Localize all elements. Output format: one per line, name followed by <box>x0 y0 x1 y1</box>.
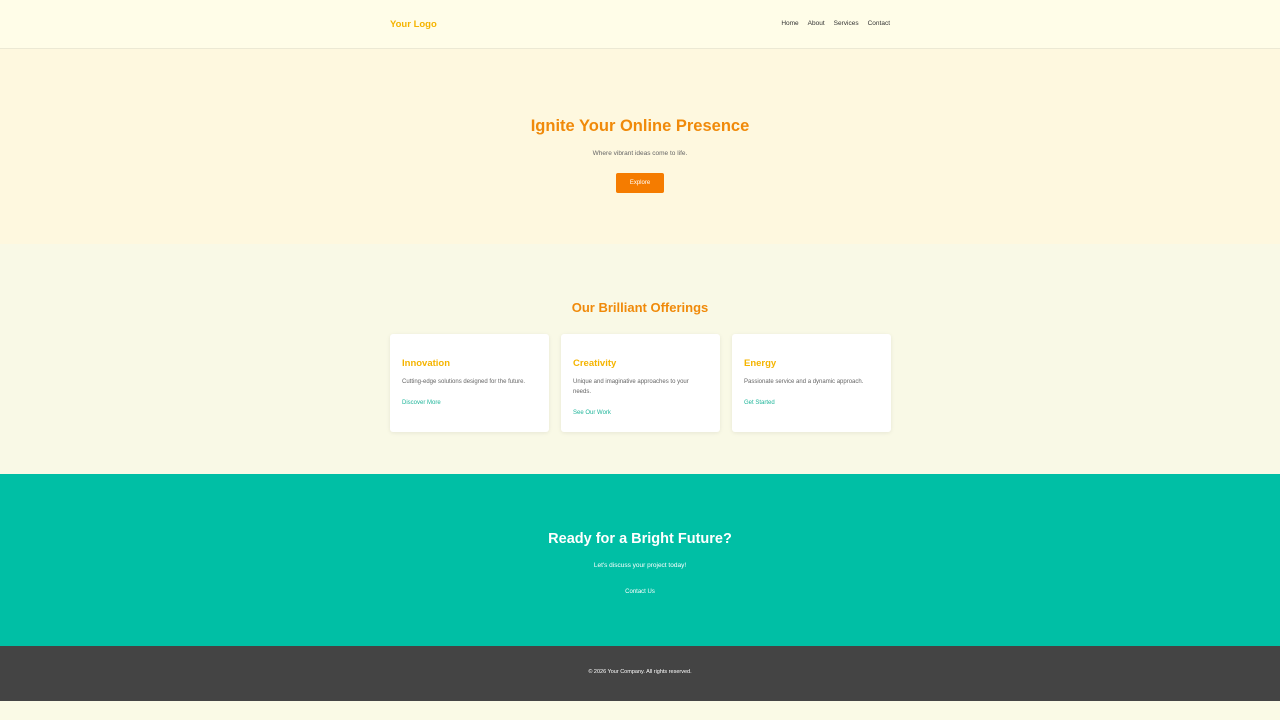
hero-title: Ignite Your Online Presence <box>530 117 750 135</box>
offering-card-energy: Energy Passionate service and a dynamic … <box>732 334 891 432</box>
cta-section: Ready for a Bright Future? Let's discuss… <box>0 474 1280 646</box>
cta-text: Let's discuss your project today! <box>593 562 687 569</box>
offerings-title: Our Brilliant Offerings <box>571 300 709 315</box>
site-header: Your Logo Home About Services Contact <box>0 0 1280 49</box>
discover-more-link[interactable]: Discover More <box>402 400 441 406</box>
nav-link-home[interactable]: Home <box>781 20 798 27</box>
card-text: Cutting-edge solutions designed for the … <box>402 379 526 385</box>
site-logo[interactable]: Your Logo <box>390 19 437 30</box>
hero-section: Ignite Your Online Presence Where vibran… <box>0 49 1280 244</box>
nav-link-services[interactable]: Services <box>834 20 859 27</box>
card-text: Unique and imaginative approaches to you… <box>573 379 689 395</box>
get-started-link[interactable]: Get Started <box>744 400 775 406</box>
offering-card-innovation: Innovation Cutting-edge solutions design… <box>390 334 549 432</box>
copyright-text: © 2026 Your Company. All rights reserved… <box>588 669 692 675</box>
card-title: Innovation <box>402 358 451 369</box>
card-title: Creativity <box>573 358 617 369</box>
hero-subtitle: Where vibrant ideas come to life. <box>592 150 688 157</box>
nav-link-contact[interactable]: Contact <box>868 20 890 27</box>
card-title: Energy <box>744 358 777 369</box>
main-nav: Home About Services Contact <box>781 20 890 27</box>
nav-link-about[interactable]: About <box>808 20 825 27</box>
card-text: Passionate service and a dynamic approac… <box>744 379 864 385</box>
offering-card-creativity: Creativity Unique and imaginative approa… <box>561 334 720 432</box>
offerings-section: Our Brilliant Offerings Innovation Cutti… <box>0 244 1280 474</box>
see-our-work-link[interactable]: See Our Work <box>573 410 611 416</box>
explore-button[interactable]: Explore <box>616 173 664 193</box>
site-footer: © 2026 Your Company. All rights reserved… <box>0 646 1280 701</box>
contact-us-button[interactable]: Contact Us <box>0 589 1280 595</box>
cta-title: Ready for a Bright Future? <box>548 531 732 547</box>
